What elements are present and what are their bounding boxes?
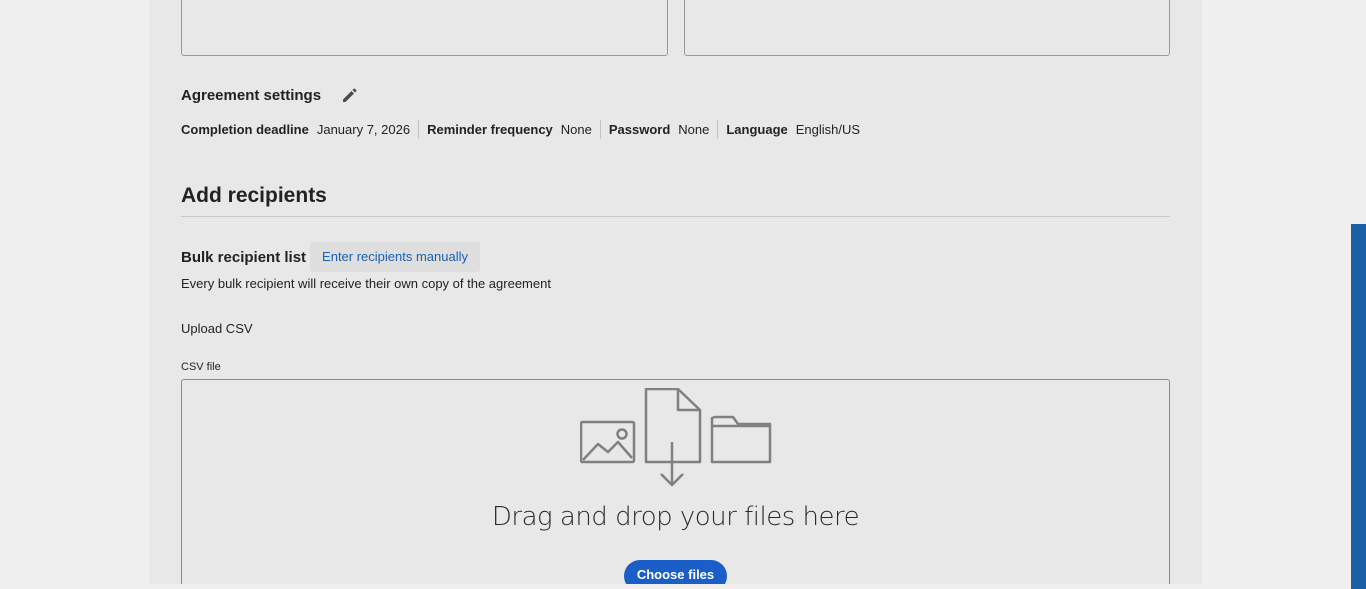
setting-completion-deadline: Completion deadline January 7, 2026 bbox=[181, 120, 418, 139]
folder-icon bbox=[710, 415, 772, 464]
setting-label: Reminder frequency bbox=[427, 122, 553, 137]
image-icon bbox=[579, 420, 636, 464]
upload-csv-label: Upload CSV bbox=[181, 321, 253, 336]
tab-bulk-recipient-list[interactable]: Bulk recipient list bbox=[181, 249, 310, 266]
dropzone-text: Drag and drop your files here bbox=[491, 502, 860, 532]
file-download-icon bbox=[644, 387, 702, 487]
agreement-settings-summary: Completion deadline January 7, 2026 Remi… bbox=[181, 120, 868, 139]
setting-label: Completion deadline bbox=[181, 122, 309, 137]
section-divider bbox=[181, 216, 1170, 217]
pencil-icon[interactable] bbox=[340, 86, 358, 104]
setting-label: Language bbox=[726, 122, 788, 137]
setting-password: Password None bbox=[599, 120, 718, 139]
setting-value: English/US bbox=[795, 122, 861, 137]
main-panel: Agreement settings Completion deadline J… bbox=[149, 0, 1202, 584]
bulk-helper-text: Every bulk recipient will receive their … bbox=[181, 276, 551, 291]
dropzone-illustration bbox=[579, 387, 772, 488]
csv-file-label: CSV file bbox=[181, 361, 221, 373]
message-textbox-right[interactable] bbox=[684, 0, 1170, 56]
recipient-mode-tabs: Bulk recipient list Enter recipients man… bbox=[181, 242, 481, 272]
agreement-settings-title: Agreement settings bbox=[181, 86, 322, 104]
message-textbox-left[interactable] bbox=[181, 0, 668, 56]
choose-files-button[interactable]: Choose files bbox=[624, 560, 727, 584]
setting-value: None bbox=[678, 122, 710, 137]
setting-label: Password bbox=[608, 122, 671, 137]
csv-dropzone[interactable]: Drag and drop your files here Choose fil… bbox=[181, 379, 1170, 584]
tab-enter-recipients-manually[interactable]: Enter recipients manually bbox=[310, 242, 481, 272]
setting-value: None bbox=[560, 122, 592, 137]
agreement-settings-header: Agreement settings bbox=[181, 86, 358, 104]
setting-language: Language English/US bbox=[717, 120, 868, 139]
add-recipients-title: Add recipients bbox=[181, 184, 327, 207]
setting-value: January 7, 2026 bbox=[316, 122, 411, 137]
setting-reminder-frequency: Reminder frequency None bbox=[418, 120, 600, 139]
side-panel-strip[interactable] bbox=[1351, 224, 1366, 589]
